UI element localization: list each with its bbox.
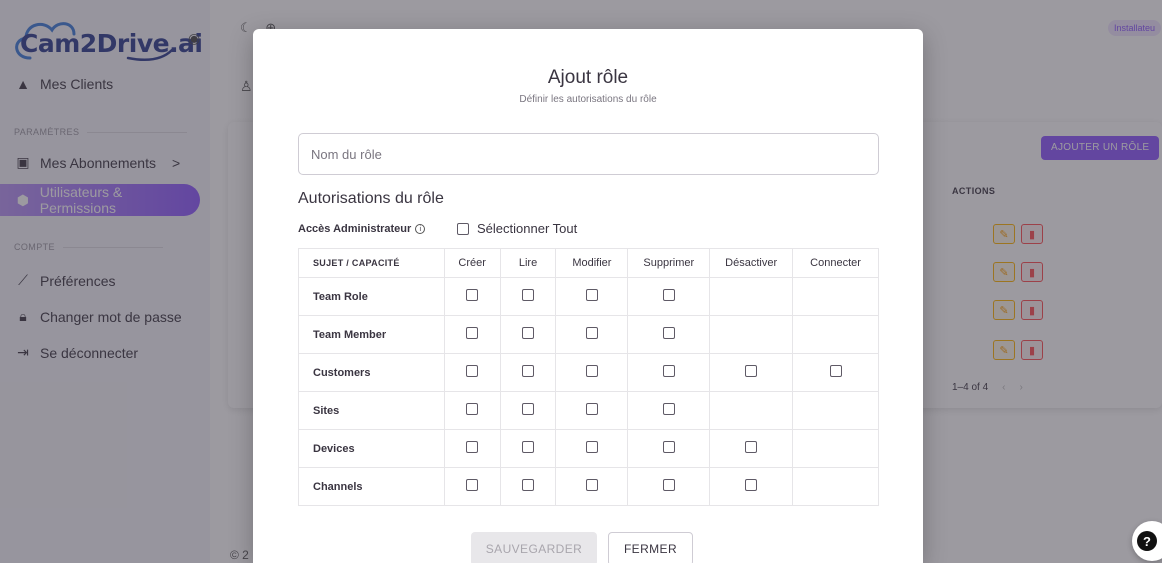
row-subject: Sites — [298, 391, 445, 430]
admin-access-label: Accès Administrateur — [298, 223, 412, 235]
table-row: Devices — [298, 429, 879, 468]
row-subject: Customers — [298, 353, 445, 392]
permission-cell — [555, 277, 629, 316]
permission-cell — [709, 277, 794, 316]
permission-cell — [443, 277, 501, 316]
permission-checkbox[interactable] — [466, 326, 479, 339]
permission-cell — [627, 467, 711, 506]
dialog-subtitle: Définir les autorisations du rôle — [519, 94, 657, 105]
row-subject: Devices — [298, 429, 445, 468]
permission-checkbox[interactable] — [522, 440, 535, 453]
permission-checkbox[interactable] — [745, 364, 758, 377]
table-row: Channels — [298, 467, 879, 506]
column-header: Lire — [499, 248, 557, 278]
permission-cell — [555, 353, 629, 392]
permission-checkbox[interactable] — [522, 364, 535, 377]
permission-cell — [792, 353, 879, 392]
permission-cell — [792, 277, 879, 316]
permission-checkbox[interactable] — [662, 288, 675, 301]
table-header-row: SUJET / CAPACITÉ Créer Lire Modifier Sup… — [298, 248, 879, 278]
permission-checkbox[interactable] — [662, 364, 675, 377]
permission-cell — [443, 315, 501, 354]
permission-checkbox[interactable] — [585, 440, 598, 453]
permission-checkbox[interactable] — [585, 402, 598, 415]
permission-checkbox[interactable] — [522, 478, 535, 491]
permission-checkbox[interactable] — [522, 402, 535, 415]
row-subject: Channels — [298, 467, 445, 506]
permission-cell — [499, 353, 557, 392]
permission-cell — [555, 315, 629, 354]
info-icon[interactable]: i — [415, 224, 426, 234]
permission-cell — [709, 315, 794, 354]
permission-cell — [499, 315, 557, 354]
permission-cell — [792, 391, 879, 430]
table-row: Sites — [298, 391, 879, 430]
permission-cell — [499, 429, 557, 468]
column-header: Créer — [443, 248, 501, 278]
permission-cell — [443, 391, 501, 430]
permission-cell — [499, 391, 557, 430]
permissions-heading: Autorisations du rôle — [298, 190, 444, 207]
permissions-table: SUJET / CAPACITÉ Créer Lire Modifier Sup… — [298, 248, 879, 506]
permission-cell — [443, 429, 501, 468]
row-subject: Team Role — [298, 277, 445, 316]
permission-checkbox[interactable] — [585, 364, 598, 377]
dialog-title: Ajout rôle — [547, 67, 629, 88]
permission-cell — [709, 467, 794, 506]
permission-cell — [792, 429, 879, 468]
permission-checkbox[interactable] — [466, 288, 479, 301]
permission-checkbox[interactable] — [585, 288, 598, 301]
permission-checkbox[interactable] — [662, 326, 675, 339]
permission-cell — [792, 467, 879, 506]
checkbox[interactable] — [457, 222, 469, 235]
permission-cell — [499, 277, 557, 316]
select-all-checkbox[interactable]: Sélectionner Tout — [457, 221, 577, 236]
permission-cell — [709, 353, 794, 392]
permission-checkbox[interactable] — [745, 440, 758, 453]
permission-cell — [555, 429, 629, 468]
add-role-dialog: Ajout rôle Définir les autorisations du … — [253, 29, 923, 563]
permission-checkbox[interactable] — [585, 478, 598, 491]
column-header: Désactiver — [709, 248, 794, 278]
permission-cell — [627, 277, 711, 316]
permission-checkbox[interactable] — [829, 364, 842, 377]
permission-cell — [443, 467, 501, 506]
row-subject: Team Member — [298, 315, 445, 354]
column-header: Connecter — [792, 248, 879, 278]
permission-checkbox[interactable] — [662, 440, 675, 453]
permission-cell — [627, 315, 711, 354]
table-row: Customers — [298, 353, 879, 392]
save-button[interactable]: SAUVEGARDER — [471, 532, 597, 563]
column-header: Modifier — [555, 248, 629, 278]
permission-cell — [709, 391, 794, 430]
permission-checkbox[interactable] — [466, 402, 479, 415]
role-name-input[interactable] — [298, 133, 879, 175]
permission-checkbox[interactable] — [585, 326, 598, 339]
permission-cell — [627, 391, 711, 430]
permission-cell — [555, 391, 629, 430]
permission-checkbox[interactable] — [466, 478, 479, 491]
permission-checkbox[interactable] — [662, 402, 675, 415]
permission-cell — [555, 467, 629, 506]
column-header: Supprimer — [627, 248, 711, 278]
table-row: Team Member — [298, 315, 879, 354]
permission-cell — [627, 429, 711, 468]
permission-cell — [443, 353, 501, 392]
permission-cell — [709, 429, 794, 468]
close-button[interactable]: FERMER — [608, 532, 693, 563]
admin-access-row: Accès Administrateur i — [298, 223, 426, 235]
permission-cell — [792, 315, 879, 354]
table-row: Team Role — [298, 277, 879, 316]
permission-cell — [499, 467, 557, 506]
permission-checkbox[interactable] — [466, 440, 479, 453]
permission-checkbox[interactable] — [745, 478, 758, 491]
help-icon: ? — [1137, 531, 1157, 551]
permission-checkbox[interactable] — [466, 364, 479, 377]
permission-checkbox[interactable] — [522, 326, 535, 339]
permission-cell — [627, 353, 711, 392]
select-all-label: Sélectionner Tout — [477, 221, 578, 236]
column-header: SUJET / CAPACITÉ — [298, 248, 445, 278]
permission-checkbox[interactable] — [662, 478, 675, 491]
permission-checkbox[interactable] — [522, 288, 535, 301]
